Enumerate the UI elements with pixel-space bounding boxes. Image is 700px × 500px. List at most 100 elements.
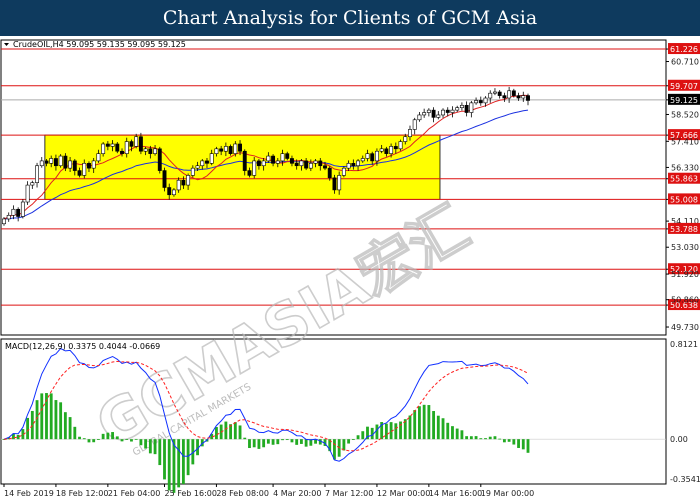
x-tick-label: 21 Feb 04:00: [108, 489, 160, 498]
candle-body: [308, 163, 313, 169]
candle-body: [190, 167, 195, 176]
y-tick-label: 49.730: [671, 323, 699, 332]
candle-body: [11, 208, 16, 216]
histogram-bar: [281, 439, 284, 441]
histogram-bar: [59, 402, 63, 440]
histogram-bar: [257, 439, 261, 449]
histogram-bar: [290, 439, 294, 443]
x-tick-label: 14 Mar 16:00: [429, 489, 482, 498]
histogram-bar: [479, 438, 483, 440]
candle-body: [337, 175, 342, 191]
candle-body: [389, 146, 394, 154]
candle-body: [526, 95, 530, 101]
candle-body: [214, 148, 219, 154]
histogram-bar: [82, 438, 86, 440]
histogram-bar: [432, 411, 436, 440]
histogram-bar: [446, 422, 450, 440]
histogram-bar: [266, 439, 270, 444]
candle-body: [275, 160, 280, 164]
histogram-bar: [356, 435, 360, 440]
histogram-bar: [517, 439, 520, 448]
histogram-bar: [304, 439, 308, 447]
histogram-bar: [375, 424, 379, 440]
candle-body: [290, 158, 294, 164]
histogram-bar: [441, 418, 445, 440]
candle-body: [450, 109, 455, 113]
candle-body: [44, 160, 49, 164]
candle-body: [459, 104, 464, 109]
histogram-bar: [172, 439, 176, 493]
histogram-bar: [144, 439, 148, 449]
candle-body: [219, 148, 224, 152]
histogram-bar: [262, 439, 266, 448]
histogram-bar: [49, 393, 53, 440]
y-tick-label: 60.710: [671, 58, 699, 67]
candle-body: [313, 160, 318, 164]
histogram-bar: [512, 439, 516, 445]
candle-body: [49, 158, 54, 164]
candle-body: [521, 95, 526, 99]
histogram-bar: [73, 426, 77, 440]
candle-body: [483, 97, 488, 104]
histogram-bar: [384, 423, 388, 440]
histogram-bar: [299, 439, 303, 444]
histogram-bar: [153, 439, 157, 455]
candle-body: [96, 153, 101, 162]
candle-body: [318, 160, 323, 167]
level-price-label: 59.707: [670, 82, 698, 91]
histogram-bar: [139, 439, 143, 446]
candle-body: [285, 153, 290, 159]
candle-body: [294, 163, 299, 167]
candle-body: [346, 163, 351, 169]
candle-body: [110, 143, 115, 147]
histogram-bar: [413, 410, 417, 440]
candle-body: [186, 175, 191, 186]
histogram-bar: [96, 439, 100, 440]
candle-body: [436, 114, 441, 118]
histogram-bar: [92, 439, 96, 443]
candle-body: [228, 146, 233, 154]
candle-body: [134, 136, 139, 147]
indicator-y-tick-label: 0.00: [670, 435, 688, 444]
histogram-bar: [30, 410, 34, 440]
candle-body: [181, 179, 186, 186]
histogram-bar: [342, 439, 346, 451]
histogram-bar: [238, 425, 242, 440]
histogram-bar: [63, 412, 67, 440]
candle-body: [299, 160, 304, 167]
candle-body: [238, 143, 242, 152]
y-tick-label: 53.030: [671, 243, 699, 252]
histogram-bar: [224, 421, 228, 440]
current-price-label: 59.125: [670, 96, 698, 105]
histogram-bar: [111, 432, 114, 440]
indicator-y-tick-label: 0.8121: [670, 340, 698, 349]
histogram-bar: [40, 393, 44, 440]
histogram-bar: [333, 439, 336, 460]
y-tick-label: 50.860: [671, 296, 699, 305]
candle-body: [200, 160, 205, 167]
candle-body: [53, 158, 58, 167]
candle-body: [115, 143, 120, 152]
histogram-bar: [101, 433, 105, 440]
candle-body: [304, 160, 309, 169]
candle-body: [403, 136, 408, 142]
candle-body: [171, 189, 176, 196]
candle-body: [426, 109, 431, 113]
candle-body: [398, 141, 403, 150]
histogram-bar: [120, 439, 124, 442]
candle-body: [488, 92, 493, 99]
candle-body: [370, 153, 375, 162]
candle-body: [58, 155, 63, 167]
histogram-bar: [427, 405, 431, 440]
candle-body: [393, 146, 398, 150]
histogram-bar: [351, 439, 355, 440]
candle-body: [195, 165, 200, 169]
candle-body: [105, 143, 110, 147]
histogram-bar: [106, 432, 110, 440]
candle-body: [266, 155, 271, 162]
y-tick-label: 58.520: [671, 110, 699, 119]
candle-body: [356, 160, 361, 167]
candle-body: [327, 167, 332, 179]
candle-body: [205, 160, 209, 164]
price-chart: GCMASIA宏汇GLOBAL CAPITAL MARKETSCrudeOIL,…: [0, 39, 700, 498]
